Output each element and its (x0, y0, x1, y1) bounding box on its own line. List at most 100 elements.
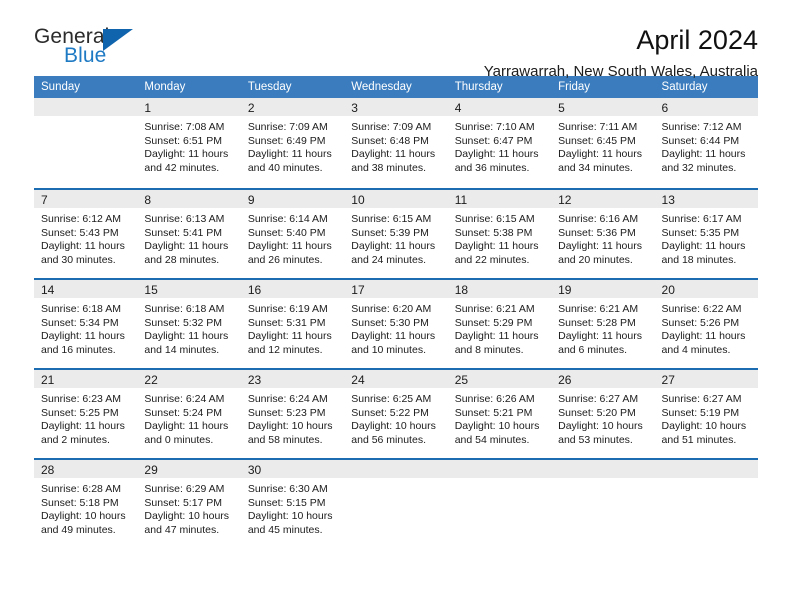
daylight-duration-line2: and 12 minutes. (247, 343, 323, 356)
daylight-duration-line1: Daylight: 11 hours (351, 330, 436, 343)
daylight-duration-line2: and 18 minutes. (661, 253, 737, 266)
calendar-cell: 5 Sunrise: 7:11 AM Sunset: 6:45 PM Daylight… (551, 98, 655, 188)
day-number-band: 4 (447, 98, 552, 116)
day-cell[interactable]: 13 Sunrise: 6:17 AM Sunset: 5:35 PM Dayligh… (654, 188, 758, 278)
daylight-duration-line1: Daylight: 10 hours (41, 510, 126, 523)
day-cell[interactable]: 15 Sunrise: 6:18 AM Sunset: 5:32 PM Dayligh… (137, 278, 241, 368)
day-details: Sunrise: 6:14 AM Sunset: 5:40 PM Daylight:… (241, 208, 344, 267)
day-cell[interactable]: 18 Sunrise: 6:21 AM Sunset: 5:29 PM Dayligh… (447, 278, 552, 368)
sunrise-time: Sunrise: 6:21 AM (558, 303, 639, 315)
day-details: Sunrise: 6:21 AM Sunset: 5:28 PM Daylight:… (551, 298, 654, 357)
sunset-time: Sunset: 5:17 PM (144, 496, 223, 509)
day-cell[interactable]: 14 Sunrise: 6:18 AM Sunset: 5:34 PM Dayligh… (34, 278, 138, 368)
daylight-duration-line2: and 34 minutes. (558, 161, 633, 174)
day-number: 13 (661, 193, 675, 207)
day-cell[interactable]: 1 Sunrise: 7:08 AM Sunset: 6:51 PM Daylight… (137, 98, 241, 188)
day-cell[interactable]: 11 Sunrise: 6:15 AM Sunset: 5:38 PM Dayligh… (447, 188, 552, 278)
daylight-duration-line1: Daylight: 11 hours (558, 148, 642, 161)
day-cell[interactable]: 20 Sunrise: 6:22 AM Sunset: 5:26 PM Dayligh… (654, 278, 758, 368)
sunrise-time: Sunrise: 6:15 AM (351, 213, 432, 225)
day-number-band: 25 (447, 370, 552, 388)
day-number: 1 (144, 101, 152, 115)
day-cell[interactable]: 3 Sunrise: 7:09 AM Sunset: 6:48 PM Daylight… (344, 98, 448, 188)
daylight-duration-line2: and 54 minutes. (454, 433, 530, 446)
day-cell[interactable]: 6 Sunrise: 7:12 AM Sunset: 6:44 PM Daylight… (654, 98, 758, 188)
day-details: Sunrise: 6:13 AM Sunset: 5:41 PM Daylight:… (137, 208, 240, 267)
day-details (34, 116, 137, 121)
day-cell[interactable]: 26 Sunrise: 6:27 AM Sunset: 5:20 PM Dayligh… (551, 368, 655, 458)
calendar-cell: 24 Sunrise: 6:25 AM Sunset: 5:22 PM Dayligh… (344, 368, 448, 458)
day-number-band (344, 460, 448, 478)
daylight-duration-line1: Daylight: 11 hours (454, 148, 539, 161)
day-cell-empty (34, 98, 138, 188)
calendar-body: 1 Sunrise: 7:08 AM Sunset: 6:51 PM Daylight… (34, 98, 758, 548)
sunrise-time: Sunrise: 7:09 AM (247, 121, 328, 133)
sunrise-time: Sunrise: 7:11 AM (558, 121, 638, 133)
day-cell[interactable]: 16 Sunrise: 6:19 AM Sunset: 5:31 PM Dayligh… (240, 278, 345, 368)
day-cell[interactable]: 24 Sunrise: 6:25 AM Sunset: 5:22 PM Dayligh… (344, 368, 448, 458)
daylight-duration-line2: and 8 minutes. (454, 343, 524, 356)
daylight-duration-line2: and 40 minutes. (247, 161, 323, 174)
sunset-time: Sunset: 6:44 PM (661, 134, 740, 147)
calendar-cell: 23 Sunrise: 6:24 AM Sunset: 5:23 PM Dayligh… (240, 368, 345, 458)
sunset-time: Sunset: 5:20 PM (558, 406, 636, 419)
daylight-duration-line2: and 51 minutes. (661, 433, 737, 446)
sunset-time: Sunset: 5:19 PM (661, 406, 740, 419)
day-details (344, 478, 447, 483)
day-cell[interactable]: 27 Sunrise: 6:27 AM Sunset: 5:19 PM Dayligh… (654, 368, 758, 458)
day-cell[interactable]: 19 Sunrise: 6:21 AM Sunset: 5:28 PM Dayligh… (551, 278, 655, 368)
daylight-duration-line1: Daylight: 11 hours (41, 240, 125, 253)
daylight-duration-line2: and 2 minutes. (41, 433, 110, 446)
daylight-duration-line2: and 4 minutes. (661, 343, 731, 356)
day-cell[interactable]: 29 Sunrise: 6:29 AM Sunset: 5:17 PM Dayligh… (137, 458, 241, 548)
day-cell[interactable]: 30 Sunrise: 6:30 AM Sunset: 5:15 PM Dayligh… (240, 458, 345, 548)
sunrise-time: Sunrise: 6:24 AM (247, 393, 328, 405)
sunrise-time: Sunrise: 6:20 AM (351, 303, 432, 315)
daylight-duration-line1: Daylight: 11 hours (144, 148, 229, 161)
day-cell[interactable]: 7 Sunrise: 6:12 AM Sunset: 5:43 PM Daylight… (34, 188, 138, 278)
day-cell[interactable]: 2 Sunrise: 7:09 AM Sunset: 6:49 PM Daylight… (240, 98, 345, 188)
calendar-cell: 20 Sunrise: 6:22 AM Sunset: 5:26 PM Dayligh… (654, 278, 758, 368)
daylight-duration-line1: Daylight: 11 hours (351, 148, 436, 161)
sunrise-time: Sunrise: 7:09 AM (351, 121, 432, 133)
day-cell[interactable]: 21 Sunrise: 6:23 AM Sunset: 5:25 PM Dayligh… (34, 368, 138, 458)
calendar-cell: 29 Sunrise: 6:29 AM Sunset: 5:17 PM Dayligh… (137, 458, 241, 548)
day-cell-empty (344, 458, 448, 548)
sunrise-time: Sunrise: 6:27 AM (558, 393, 639, 405)
daylight-duration-line2: and 26 minutes. (247, 253, 323, 266)
sunset-time: Sunset: 5:40 PM (247, 226, 326, 239)
day-cell[interactable]: 25 Sunrise: 6:26 AM Sunset: 5:21 PM Dayligh… (447, 368, 552, 458)
sunrise-time: Sunrise: 6:27 AM (661, 393, 742, 405)
sunrise-time: Sunrise: 6:22 AM (661, 303, 742, 315)
calendar-cell: 15 Sunrise: 6:18 AM Sunset: 5:32 PM Dayligh… (137, 278, 241, 368)
day-cell[interactable]: 9 Sunrise: 6:14 AM Sunset: 5:40 PM Daylight… (240, 188, 345, 278)
sunset-time: Sunset: 5:36 PM (558, 226, 636, 239)
day-cell[interactable]: 28 Sunrise: 6:28 AM Sunset: 5:18 PM Dayligh… (34, 458, 138, 548)
calendar-week-row: 14 Sunrise: 6:18 AM Sunset: 5:34 PM Dayligh… (34, 278, 758, 368)
daylight-duration-line2: and 10 minutes. (351, 343, 426, 356)
sunset-time: Sunset: 5:32 PM (144, 316, 223, 329)
day-cell[interactable]: 17 Sunrise: 6:20 AM Sunset: 5:30 PM Dayligh… (344, 278, 448, 368)
sunset-time: Sunset: 5:23 PM (247, 406, 326, 419)
day-cell[interactable]: 10 Sunrise: 6:15 AM Sunset: 5:39 PM Dayligh… (344, 188, 448, 278)
day-number-band: 24 (344, 370, 448, 388)
day-number-band: 18 (447, 280, 552, 298)
day-cell[interactable]: 4 Sunrise: 7:10 AM Sunset: 6:47 PM Daylight… (447, 98, 552, 188)
day-cell[interactable]: 12 Sunrise: 6:16 AM Sunset: 5:36 PM Dayligh… (551, 188, 655, 278)
sunset-time: Sunset: 5:31 PM (247, 316, 326, 329)
daylight-duration-line1: Daylight: 11 hours (661, 330, 746, 343)
day-cell[interactable]: 23 Sunrise: 6:24 AM Sunset: 5:23 PM Dayligh… (240, 368, 345, 458)
sunset-time: Sunset: 5:41 PM (144, 226, 223, 239)
day-cell[interactable]: 8 Sunrise: 6:13 AM Sunset: 5:41 PM Daylight… (137, 188, 241, 278)
sunrise-time: Sunrise: 6:18 AM (144, 303, 225, 315)
daylight-duration-line1: Daylight: 10 hours (558, 420, 643, 433)
day-number: 29 (144, 463, 158, 477)
day-cell[interactable]: 22 Sunrise: 6:24 AM Sunset: 5:24 PM Dayligh… (137, 368, 241, 458)
day-details: Sunrise: 6:18 AM Sunset: 5:32 PM Daylight:… (137, 298, 240, 357)
day-number: 17 (351, 283, 365, 297)
calendar-cell: 21 Sunrise: 6:23 AM Sunset: 5:25 PM Dayligh… (34, 368, 138, 458)
day-cell[interactable]: 5 Sunrise: 7:11 AM Sunset: 6:45 PM Daylight… (551, 98, 655, 188)
day-details (448, 478, 551, 483)
day-number: 27 (661, 373, 675, 387)
sunset-time: Sunset: 5:28 PM (558, 316, 636, 329)
